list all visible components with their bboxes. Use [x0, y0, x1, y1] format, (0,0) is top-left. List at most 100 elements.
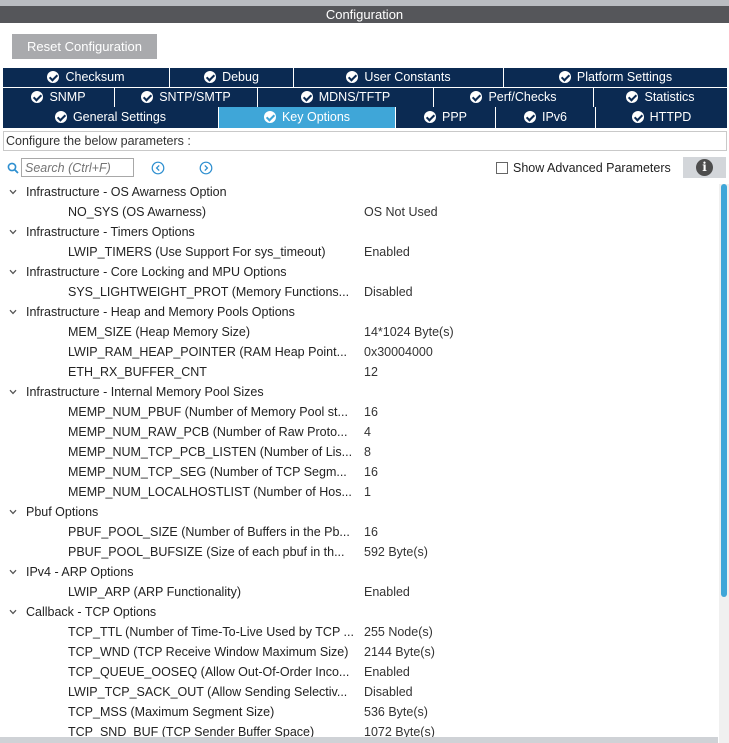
tree-group-row[interactable]: Infrastructure - Internal Memory Pool Si… [0, 382, 718, 402]
parameter-row[interactable]: NO_SYS (OS Awarness) OS Not Used [0, 202, 718, 222]
tab-snmp[interactable]: SNMP [3, 88, 114, 107]
parameter-row[interactable]: TCP_QUEUE_OOSEQ (Allow Out-Of-Order Inco… [0, 662, 718, 682]
tab-row-2: SNMP SNTP/SMTP MDNS/TFTP Perf/Checks Sta… [3, 88, 727, 107]
vertical-scrollbar-thumb[interactable] [721, 184, 727, 597]
parameter-value[interactable]: 16 [364, 462, 378, 482]
parameter-row[interactable]: ETH_RX_BUFFER_CNT 12 [0, 362, 718, 382]
tab-label: SNMP [49, 90, 86, 104]
parameter-name: NO_SYS (OS Awarness) [68, 205, 207, 219]
reset-configuration-button[interactable]: Reset Configuration [12, 34, 157, 59]
parameter-value[interactable]: Disabled [364, 682, 413, 702]
tree-group-row[interactable]: Infrastructure - Timers Options [0, 222, 718, 242]
description-label: Configure the below parameters : [3, 131, 727, 151]
tab-platform-settings[interactable]: Platform Settings [503, 68, 727, 87]
parameter-value[interactable]: 2144 Byte(s) [364, 642, 435, 662]
checkbox-box[interactable] [496, 162, 508, 174]
vertical-scrollbar[interactable] [719, 184, 729, 743]
parameter-value[interactable]: 4 [364, 422, 371, 442]
parameter-row[interactable]: TCP_MSS (Maximum Segment Size) 536 Byte(s… [0, 702, 718, 722]
chevron-down-icon[interactable] [9, 508, 17, 516]
search-previous-icon[interactable] [151, 161, 165, 175]
parameter-value[interactable]: Enabled [364, 662, 410, 682]
parameter-value[interactable]: 536 Byte(s) [364, 702, 428, 722]
parameter-name: MEMP_NUM_LOCALHOSTLIST (Number of Hos... [68, 485, 352, 499]
parameter-value[interactable]: 592 Byte(s) [364, 542, 428, 562]
parameter-value[interactable]: 12 [364, 362, 378, 382]
tree-group-row[interactable]: Callback - TCP Options [0, 602, 718, 622]
parameter-value[interactable]: 8 [364, 442, 371, 462]
tab-label: SNTP/SMTP [159, 90, 231, 104]
parameter-row[interactable]: LWIP_TCP_SACK_OUT (Allow Sending Selecti… [0, 682, 718, 702]
tab-user-constants[interactable]: User Constants [293, 68, 503, 87]
parameter-value[interactable]: 255 Node(s) [364, 622, 433, 642]
parameter-row[interactable]: MEMP_NUM_RAW_PCB (Number of Raw Proto...… [0, 422, 718, 442]
tab-general-settings[interactable]: General Settings [3, 107, 218, 128]
info-button[interactable]: i [683, 157, 726, 178]
parameter-value[interactable]: Enabled [364, 242, 410, 262]
tab-perf-checks[interactable]: Perf/Checks [433, 88, 593, 107]
parameter-row[interactable]: LWIP_TIMERS (Use Support For sys_timeout… [0, 242, 718, 262]
tab-label: User Constants [364, 70, 451, 84]
search-next-icon[interactable] [199, 161, 213, 175]
parameter-row[interactable]: SYS_LIGHTWEIGHT_PROT (Memory Functions..… [0, 282, 718, 302]
tab-label: Statistics [644, 90, 695, 104]
search-input[interactable] [21, 158, 134, 177]
parameter-value[interactable]: OS Not Used [364, 202, 438, 222]
horizontal-scrollbar[interactable] [0, 737, 718, 743]
parameter-value[interactable]: Enabled [364, 582, 410, 602]
show-advanced-checkbox[interactable]: Show Advanced Parameters [496, 161, 671, 175]
parameter-row[interactable]: PBUF_POOL_BUFSIZE (Size of each pbuf in … [0, 542, 718, 562]
parameter-row[interactable]: LWIP_RAM_HEAP_POINTER (RAM Heap Point...… [0, 342, 718, 362]
parameter-value[interactable]: 1 [364, 482, 371, 502]
chevron-down-icon[interactable] [9, 268, 17, 276]
parameter-row[interactable]: TCP_WND (TCP Receive Window Maximum Size… [0, 642, 718, 662]
tab-sntp-smtp[interactable]: SNTP/SMTP [114, 88, 257, 107]
tab-bar: Checksum Debug User Constants Platform S… [3, 68, 727, 128]
parameter-row[interactable]: TCP_TTL (Number of Time-To-Live Used by … [0, 622, 718, 642]
parameter-value[interactable]: 14*1024 Byte(s) [364, 322, 454, 342]
parameter-value[interactable]: 0x30004000 [364, 342, 433, 362]
tab-httpd[interactable]: HTTPD [595, 107, 727, 128]
parameter-value[interactable]: 16 [364, 522, 378, 542]
parameter-row[interactable]: MEM_SIZE (Heap Memory Size) 14*1024 Byte(… [0, 322, 718, 342]
tree-group-row[interactable]: Infrastructure - OS Awarness Option [0, 182, 718, 202]
group-label: Infrastructure - Core Locking and MPU Op… [26, 265, 287, 279]
chevron-down-icon[interactable] [9, 388, 17, 396]
chevron-down-icon[interactable] [9, 608, 17, 616]
tree-group-row[interactable]: Infrastructure - Core Locking and MPU Op… [0, 262, 718, 282]
tree-group-row[interactable]: Infrastructure - Heap and Memory Pools O… [0, 302, 718, 322]
tree-group-row[interactable]: Pbuf Options [0, 502, 718, 522]
tab-ipv6[interactable]: IPv6 [495, 107, 595, 128]
parameter-row[interactable]: LWIP_ARP (ARP Functionality) Enabled [0, 582, 718, 602]
parameter-row[interactable]: MEMP_NUM_LOCALHOSTLIST (Number of Hos...… [0, 482, 718, 502]
tab-checksum[interactable]: Checksum [3, 68, 169, 87]
parameter-name: MEMP_NUM_TCP_SEG (Number of TCP Segm... [68, 465, 347, 479]
tree-group-row[interactable]: IPv4 - ARP Options [0, 562, 718, 582]
parameter-name: LWIP_RAM_HEAP_POINTER (RAM Heap Point... [68, 345, 348, 359]
show-advanced-label: Show Advanced Parameters [513, 161, 671, 175]
check-icon [346, 71, 359, 83]
tab-key-options[interactable]: Key Options [218, 107, 395, 128]
parameter-row[interactable]: MEMP_NUM_PBUF (Number of Memory Pool st.… [0, 402, 718, 422]
info-icon: i [696, 159, 713, 176]
search-bar: Show Advanced Parameters i [0, 155, 729, 181]
tab-debug[interactable]: Debug [169, 68, 293, 87]
group-label: IPv4 - ARP Options [26, 565, 134, 579]
group-label: Pbuf Options [26, 505, 99, 519]
parameter-value[interactable]: Disabled [364, 282, 413, 302]
parameter-row[interactable]: MEMP_NUM_TCP_PCB_LISTEN (Number of Lis..… [0, 442, 718, 462]
chevron-down-icon[interactable] [9, 308, 17, 316]
chevron-down-icon[interactable] [9, 568, 17, 576]
check-icon [626, 91, 639, 103]
tab-mdns-tftp[interactable]: MDNS/TFTP [257, 88, 433, 107]
chevron-down-icon[interactable] [9, 188, 17, 196]
parameter-row[interactable]: PBUF_POOL_SIZE (Number of Buffers in the… [0, 522, 718, 542]
parameter-row[interactable]: MEMP_NUM_TCP_SEG (Number of TCP Segm... 1… [0, 462, 718, 482]
parameter-value[interactable]: 16 [364, 402, 378, 422]
tab-ppp[interactable]: PPP [395, 107, 495, 128]
tab-label: IPv6 [541, 110, 567, 124]
tab-row-3: General Settings Key Options PPP IPv6 HT… [3, 107, 727, 128]
chevron-down-icon[interactable] [9, 228, 17, 236]
tab-statistics[interactable]: Statistics [593, 88, 727, 107]
tab-label: Key Options [281, 110, 351, 124]
